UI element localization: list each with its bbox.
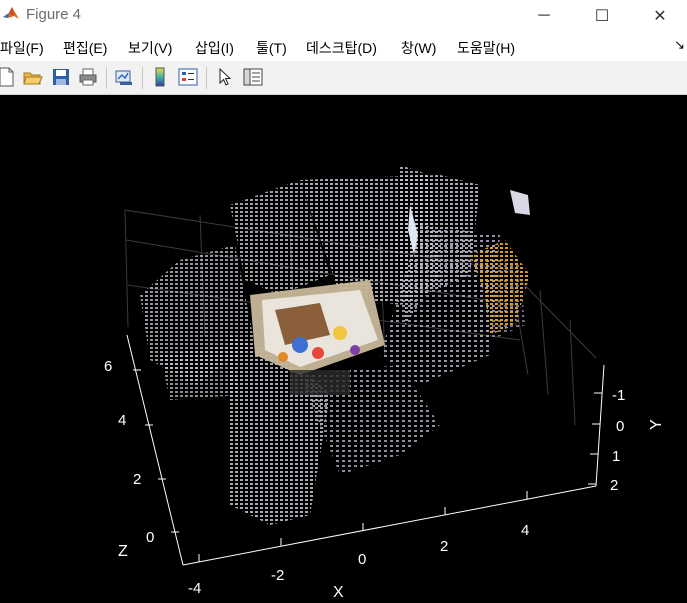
x-tick-neg4: -4 [188, 580, 201, 597]
x-tick-2: 2 [440, 538, 448, 555]
y-tick-0: 0 [616, 418, 624, 435]
open-file-icon[interactable] [23, 67, 43, 87]
property-inspector-icon[interactable] [243, 67, 263, 87]
menu-desktop[interactable]: 데스크탑(D) [306, 38, 377, 58]
menu-insert[interactable]: 삽입(I) [195, 38, 234, 58]
menu-tools[interactable]: 툴(T) [256, 38, 287, 58]
z-tick-2: 2 [133, 471, 141, 488]
x-tick-0: 0 [358, 551, 366, 568]
x-tick-4: 4 [521, 522, 529, 539]
save-icon[interactable] [51, 67, 71, 87]
z-tick-0: 0 [146, 529, 154, 546]
y-tick-neg1: -1 [612, 387, 625, 404]
maximize-button[interactable]: ☐ [573, 0, 631, 31]
y-axis: -1 0 1 2 Y [588, 364, 665, 494]
legend-icon[interactable] [178, 67, 198, 87]
toolbar-separator [142, 67, 143, 89]
toolbar-separator [206, 67, 207, 89]
colorbar-icon[interactable] [150, 67, 170, 87]
point-cloud [140, 165, 530, 525]
menu-window[interactable]: 창(W) [401, 38, 436, 58]
z-axis-label: Z [118, 543, 128, 560]
menu-help[interactable]: 도움말(H) [457, 38, 515, 58]
close-button[interactable]: ✕ [631, 0, 687, 31]
x-axis-label: X [333, 584, 344, 598]
minimize-button[interactable]: ─ [515, 0, 573, 31]
title-bar: Figure 4 ─ ☐ ✕ [0, 0, 687, 31]
toolbar-separator [106, 67, 107, 89]
plot-area[interactable]: 0 2 4 6 Z -4 -2 0 2 4 X -1 0 1 2 Y [0, 95, 687, 601]
point-cloud-axes: 0 2 4 6 Z -4 -2 0 2 4 X -1 0 1 2 Y [104, 165, 665, 601]
menu-view[interactable]: 보기(V) [128, 38, 172, 58]
y-axis-label: Y [648, 419, 665, 430]
print-icon[interactable] [78, 67, 98, 87]
select-pointer-icon[interactable] [215, 67, 235, 87]
menu-file[interactable]: 파일(F) [0, 38, 44, 58]
new-figure-icon[interactable] [0, 67, 16, 87]
x-tick-neg2: -2 [271, 567, 284, 584]
z-tick-6: 6 [104, 358, 112, 375]
z-tick-4: 4 [118, 412, 126, 429]
y-tick-2: 2 [610, 477, 618, 494]
menu-overflow-icon[interactable]: ↘ [674, 37, 685, 53]
menu-bar: 파일(F) 편집(E) 보기(V) 삽입(I) 툴(T) 데스크탑(D) 창(W… [0, 31, 687, 61]
y-tick-1: 1 [612, 448, 620, 465]
toolbar [0, 61, 687, 95]
matlab-logo-icon [3, 7, 19, 19]
link-plot-icon[interactable] [114, 67, 134, 87]
window-title: Figure 4 [26, 6, 82, 23]
menu-edit[interactable]: 편집(E) [63, 38, 107, 58]
